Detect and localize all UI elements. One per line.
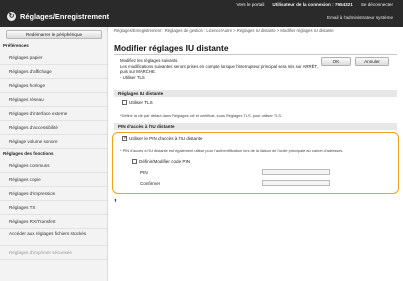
use-tls-checkbox[interactable] [122,100,127,105]
use-pin-label[interactable]: Utiliser le PIN d'accès à l'IU distante [129,136,203,141]
set-pin-label[interactable]: Définir/Modifier code PIN [139,159,190,164]
confirm-pin-input[interactable] [262,180,330,186]
sidebar-item-paper[interactable]: Réglages papier [0,51,107,65]
preferences-heading: Préférences [3,43,29,48]
pin-section-header: PIN d'accès à l'IU distante [114,123,397,130]
sidebar-item-rx-forward[interactable]: Réglages RX/Transfert [0,215,107,229]
tls-note: *Définir la clé par défaut dans Réglages… [120,113,283,118]
sidebar: Redémarrer le périphérique Préférences R… [0,27,108,281]
sidebar-item-print[interactable]: Réglages d'impression [0,187,107,201]
sidebar-item-display[interactable]: Réglages d'affichage [0,65,107,79]
logout-link[interactable]: Se déconnecter [361,1,393,9]
use-pin-checkbox[interactable] [122,135,127,141]
app-title-area: ↻ Réglages/Enregistrement [7,12,109,21]
sidebar-item-clock[interactable]: Réglages horloge [0,79,107,93]
sidebar-item-volume[interactable]: Réglage volume sonore [0,135,107,149]
pin-label: PIN [140,170,148,175]
change-notice: Modifiez les réglages suivants. Les modi… [120,58,325,80]
confirm-label: Confirmer [140,181,161,186]
sidebar-item-external-interface[interactable]: Réglages d'interface externe [0,107,107,121]
notice-line: - Utiliser TLS [120,74,145,80]
header-links: Vers le portail Utilisateur de la connex… [237,1,393,9]
remote-ui-section-header: Réglages IU distante [114,90,397,97]
top-header: Vers le portail Utilisateur de la connex… [0,0,403,27]
app-title: Réglages/Enregistrement [20,12,110,21]
sidebar-item-tx[interactable]: Réglages TX [0,201,107,215]
title-divider [114,54,397,55]
back-to-top-icon[interactable]: ⯭ [114,198,117,204]
settings-app-icon: ↻ [7,12,16,21]
use-tls-label[interactable]: Utiliser TLS [129,100,153,105]
pin-note: * PIN d'accès à l'IU distante est égalem… [120,148,344,153]
sidebar-item-stored-files[interactable]: Accéder aux réglages fichiers stockés [0,229,107,246]
functions-heading: Réglages des fonctions [3,151,54,156]
admin-mail-link[interactable]: Email à l'administrateur système [327,15,393,20]
sidebar-item-copy[interactable]: Réglages copie [0,173,107,187]
main-content: Réglages/Enregistrement : Réglages de ge… [108,27,403,281]
portal-link[interactable]: Vers le portail [237,1,265,9]
sidebar-item-common[interactable]: Réglages communs [0,159,107,173]
set-pin-checkbox[interactable] [132,159,137,164]
sidebar-item-secure-print[interactable]: Réglages d'imprimer sécurisée [0,246,107,260]
restart-device-button[interactable]: Redémarrer le périphérique [6,30,102,39]
pin-input[interactable] [262,169,330,175]
breadcrumb: Réglages/Enregistrement : Réglages de ge… [114,28,334,33]
ok-button[interactable]: OK [321,57,351,66]
notice-line: Les modifications suivantes seront prise… [120,63,318,75]
cancel-button[interactable]: Annuler [355,57,389,66]
login-user-text: Utilisateur de la connexion : 7654321 [272,2,353,7]
sidebar-item-accessibility[interactable]: Réglages d'accessibilité [0,121,107,135]
sidebar-item-network[interactable]: Réglages réseau [0,93,107,107]
page-title: Modifier réglages IU distante [114,43,229,53]
